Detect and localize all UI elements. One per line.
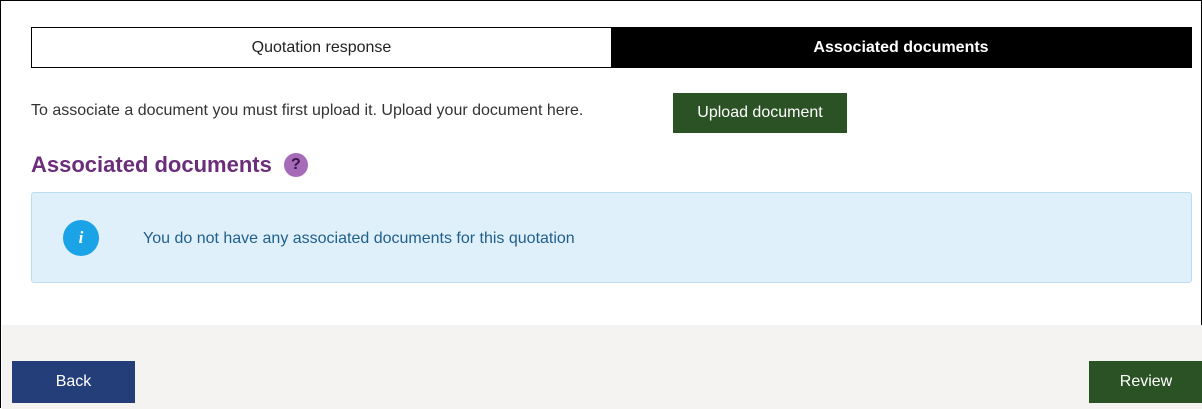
review-button[interactable]: Review: [1089, 361, 1202, 403]
section-heading: Associated documents ?: [31, 152, 308, 178]
tab-label: Associated documents: [813, 38, 989, 56]
info-icon: i: [63, 220, 99, 256]
section-title: Associated documents: [31, 152, 272, 177]
help-icon[interactable]: ?: [283, 153, 308, 177]
back-button[interactable]: Back: [12, 361, 135, 403]
tab-bar: Quotation response Associated documents: [31, 27, 1192, 68]
upload-document-button[interactable]: Upload document: [673, 93, 847, 133]
footer-bar: [2, 325, 1202, 409]
page-frame: Quotation response Associated documents …: [0, 0, 1202, 409]
tab-quotation-response[interactable]: Quotation response: [32, 28, 611, 67]
info-message-box: i You do not have any associated documen…: [31, 192, 1192, 283]
info-message: You do not have any associated documents…: [143, 230, 575, 247]
tab-associated-documents[interactable]: Associated documents: [611, 28, 1191, 67]
upload-instruction: To associate a document you must first u…: [31, 102, 584, 119]
tab-label: Quotation response: [251, 38, 392, 56]
